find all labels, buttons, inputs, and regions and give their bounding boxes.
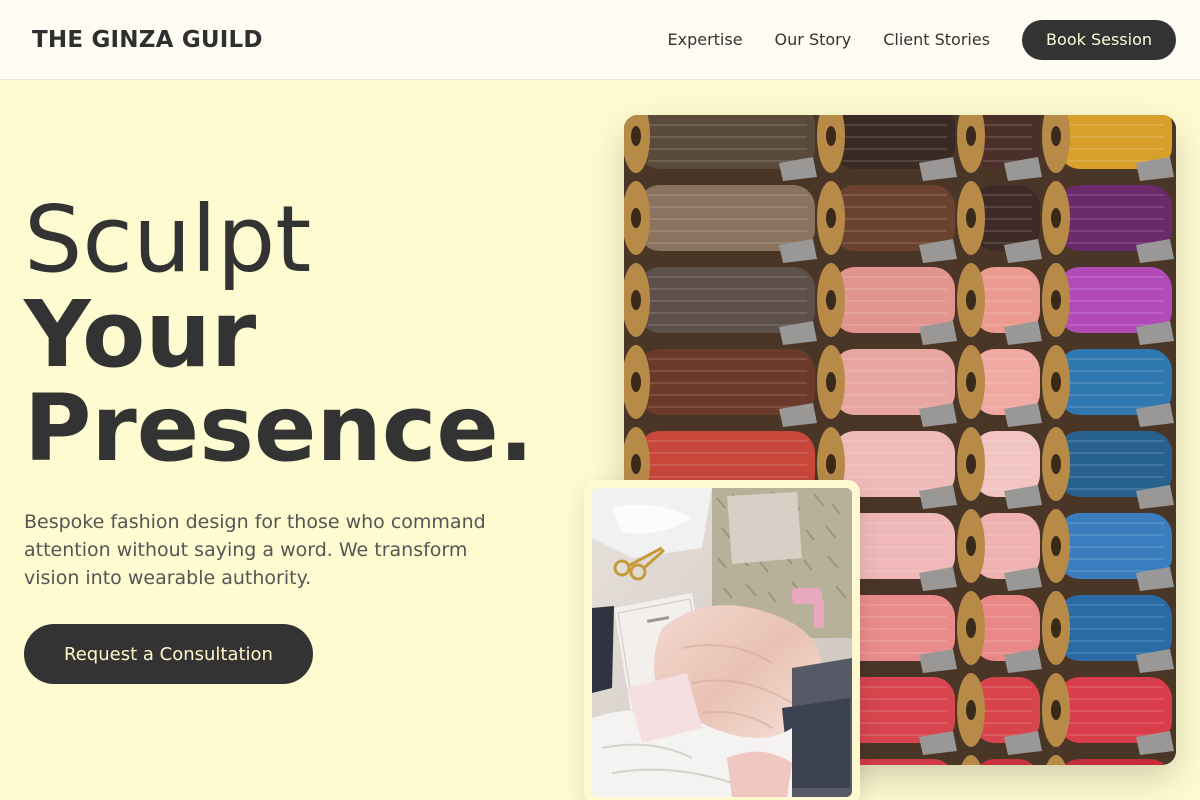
request-consultation-button[interactable]: Request a Consultation (24, 624, 313, 684)
hero-title: Sculpt Your Presence. (24, 192, 534, 476)
nav-link-client-stories[interactable]: Client Stories (883, 30, 990, 49)
hero-title-line-1: Sculpt (24, 186, 312, 293)
fabric-flatlay-illustration (592, 488, 852, 797)
nav-link-expertise[interactable]: Expertise (667, 30, 742, 49)
hero-title-line-2: Your (24, 281, 257, 388)
fabric-flatlay-image (592, 488, 852, 797)
main-nav: Expertise Our Story Client Stories Book … (667, 19, 1176, 60)
hero-description: Bespoke fashion design for those who com… (24, 511, 486, 589)
hero-title-line-3: Presence. (24, 375, 534, 482)
book-session-button[interactable]: Book Session (1022, 19, 1176, 60)
nav-link-our-story[interactable]: Our Story (775, 30, 852, 49)
brand-logo[interactable]: THE GINZA GUILD (32, 27, 263, 53)
fabric-image-frame (584, 480, 860, 800)
site-header: THE GINZA GUILD Expertise Our Story Clie… (0, 0, 1200, 80)
